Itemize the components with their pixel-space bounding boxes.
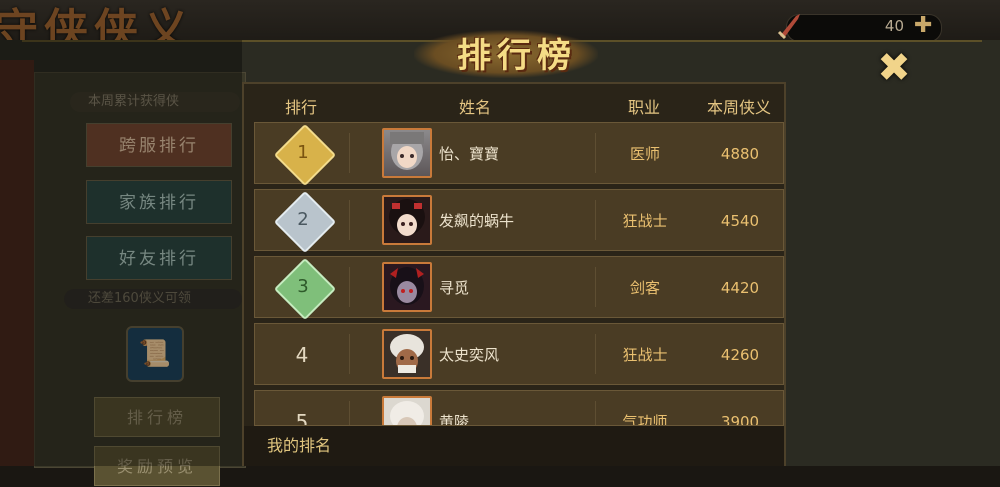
sword-icon [776,10,804,40]
header-name: 姓名 [458,98,491,117]
window-title: 排行榜 [457,36,577,76]
my-rank-label: 我的排名 [267,436,332,455]
close-button[interactable]: ✖ [874,48,914,88]
header-rank: 排行 [284,98,317,117]
avatar[interactable] [382,128,432,178]
rank-number: 1 [297,142,309,163]
player-job: 气功师 [622,413,668,426]
table-row[interactable]: 3 寻觅 剑客 4420 [254,256,784,321]
player-score: 4540 [720,212,760,230]
rank-number: 4 [295,343,309,367]
player-score: 4880 [720,145,760,163]
rank-number: 5 [295,410,309,426]
player-job: 剑客 [629,279,660,297]
row-divider [349,133,350,173]
avatar[interactable] [382,195,432,245]
row-divider [349,401,350,425]
player-job: 医师 [629,145,660,163]
avatar[interactable] [382,262,432,312]
player-job: 狂战士 [622,346,668,364]
row-divider [349,334,350,374]
avatar[interactable] [382,329,432,379]
row-divider [349,267,350,307]
avatar[interactable] [382,396,432,425]
table-row[interactable]: 4 太史奕风 狂战士 4260 [254,323,784,385]
player-name: 发飙的蜗牛 [439,212,515,230]
table-row[interactable]: 5 黄陵 气功师 3900 [254,390,784,426]
player-score: 3900 [720,413,760,426]
player-job: 狂战士 [622,212,668,230]
add-resource-button[interactable]: ✚ [914,13,932,38]
player-score: 4260 [720,346,760,364]
rank-number: 2 [297,209,309,230]
header-score: 本周侠义 [706,98,771,117]
player-name: 黄陵 [439,413,470,426]
player-name: 太史奕风 [439,346,500,364]
rank-number: 3 [297,276,309,297]
resource-value: 40 [884,17,904,35]
table-row[interactable]: 1 怡、寶寶 医师 4880 [254,122,784,187]
row-divider [349,200,350,240]
player-name: 寻觅 [439,279,470,297]
player-score: 4420 [720,279,760,297]
dim-overlay [0,40,242,466]
table-row[interactable]: 2 发飙的蜗牛 狂战士 4540 [254,189,784,254]
header-job: 职业 [627,98,660,117]
player-name: 怡、寶寶 [439,145,500,163]
